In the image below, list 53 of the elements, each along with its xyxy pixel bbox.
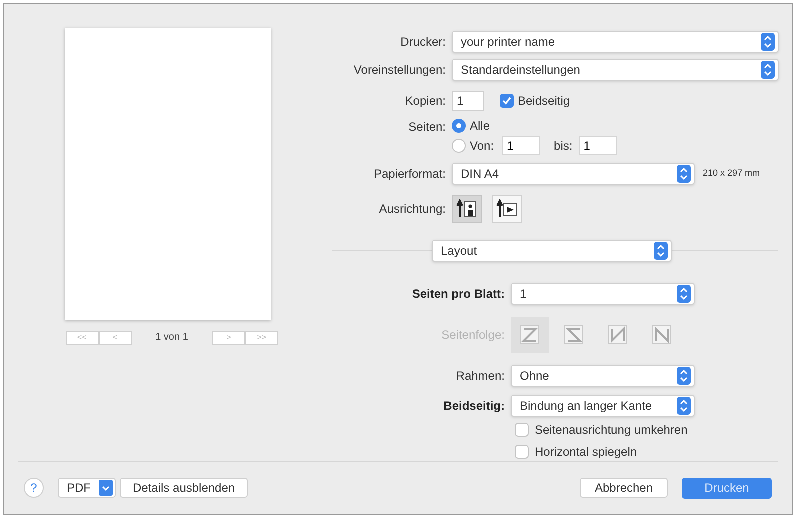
page-counter: 1 von 1 [156, 331, 188, 345]
paper-size-select[interactable]: DIN A4 [452, 163, 695, 185]
field-label: Beidseitig: [442, 398, 505, 415]
two-sided-select[interactable]: Bindung an langer Kante [511, 395, 695, 417]
field-label: Rahmen: [455, 368, 505, 385]
orientation-button[interactable] [492, 195, 522, 223]
details-button[interactable]: Details ausblenden [120, 478, 248, 498]
pdf-menu-button[interactable]: PDF [58, 478, 116, 498]
field-label: Seitenfolge: [440, 327, 505, 344]
presets-select[interactable]: Standardeinstellungen [452, 59, 779, 81]
stepper-icon [677, 397, 691, 415]
pages-per-sheet-select[interactable]: 1 [511, 283, 695, 305]
checkbox[interactable] [500, 94, 514, 108]
field-label: Ausrichtung: [378, 201, 446, 218]
page-order-icon [563, 324, 585, 346]
field-label: Seiten: [408, 119, 446, 136]
help-button[interactable]: ? [24, 478, 44, 498]
radio-button[interactable] [452, 119, 466, 133]
checkbox-label: Seitenausrichtung umkehren [535, 422, 688, 439]
to-page-field[interactable]: 1 [578, 136, 617, 155]
checkbox-label: Horizontal spiegeln [535, 444, 638, 461]
portrait-icon [456, 199, 478, 219]
page-order-icon [519, 324, 541, 346]
printer-select[interactable]: your printer name [452, 31, 779, 53]
checkbox[interactable] [515, 445, 529, 459]
field-label: Voreinstellungen: [352, 62, 446, 79]
radio-label: Von: [470, 138, 494, 154]
page-order-icon [607, 324, 629, 346]
field-label: Drucker: [400, 34, 446, 51]
page-order-icon [651, 324, 673, 346]
border-select[interactable]: Ohne [511, 365, 695, 387]
checkbox[interactable] [515, 423, 529, 437]
from-page-field[interactable]: 1 [502, 136, 540, 155]
orientation-button[interactable] [452, 195, 482, 223]
stepper-icon [761, 61, 775, 79]
field-label: bis: [554, 138, 573, 154]
cancel-button[interactable]: Abbrechen [580, 478, 668, 498]
stepper-icon [677, 367, 691, 385]
field-label: Papierformat: [372, 166, 446, 183]
stepper-icon [761, 33, 775, 51]
paper-dimensions: 210 x 297 mm [703, 167, 760, 180]
stepper-icon [677, 165, 691, 183]
panel-select[interactable]: Layout [432, 240, 672, 262]
radio-label: Alle [470, 118, 490, 135]
checkbox-label: Beidseitig [518, 93, 570, 110]
stepper-icon [677, 285, 691, 303]
chevron-down-icon [99, 480, 113, 496]
copies-field[interactable]: 1 [452, 91, 484, 111]
stepper-icon [654, 242, 668, 260]
field-label: Seiten pro Blatt: [411, 286, 505, 303]
field-label: Kopien: [404, 93, 446, 110]
landscape-icon [496, 199, 518, 219]
radio-button[interactable] [452, 138, 466, 152]
